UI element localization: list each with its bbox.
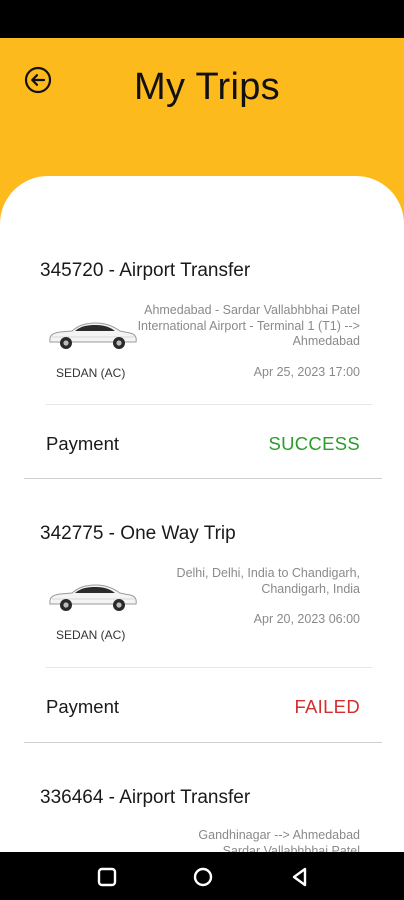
divider [46,667,372,668]
payment-status: SUCCESS [268,433,360,454]
trip-title: 345720 - Airport Transfer [40,260,251,281]
status-bar [0,0,404,38]
trip-route: Delhi, Delhi, India to Chandigarh, Chand… [176,566,360,596]
trip-title: 336464 - Airport Transfer [40,787,251,808]
square-recents-icon[interactable] [96,866,118,888]
triangle-back-icon[interactable] [289,866,311,888]
payment-label: Payment [46,696,120,717]
car-sedan-icon [49,584,137,611]
trip-title: 342775 - One Way Trip [40,523,236,544]
divider [24,742,382,743]
car-type: SEDAN (AC) [56,366,126,380]
divider [24,478,382,479]
circle-home-icon[interactable] [192,866,214,888]
payment-status: FAILED [294,696,360,717]
payment-label: Payment [46,433,120,454]
page-title: My Trips [134,66,280,108]
divider [46,404,372,405]
trip-list[interactable]: 345720 - Airport Transfer SEDAN (AC) Ahm… [0,176,404,852]
trip-route: Gandhinagar --> Ahmedabad Sardar Vallabh… [198,828,360,852]
system-nav-bar [0,852,404,900]
trip-datetime: Apr 20, 2023 06:00 [253,612,360,626]
trip-datetime: Apr 25, 2023 17:00 [253,365,360,379]
trip-route: Ahmedabad - Sardar Vallabhbhai Patel Int… [137,303,360,348]
car-type: SEDAN (AC) [56,628,126,642]
